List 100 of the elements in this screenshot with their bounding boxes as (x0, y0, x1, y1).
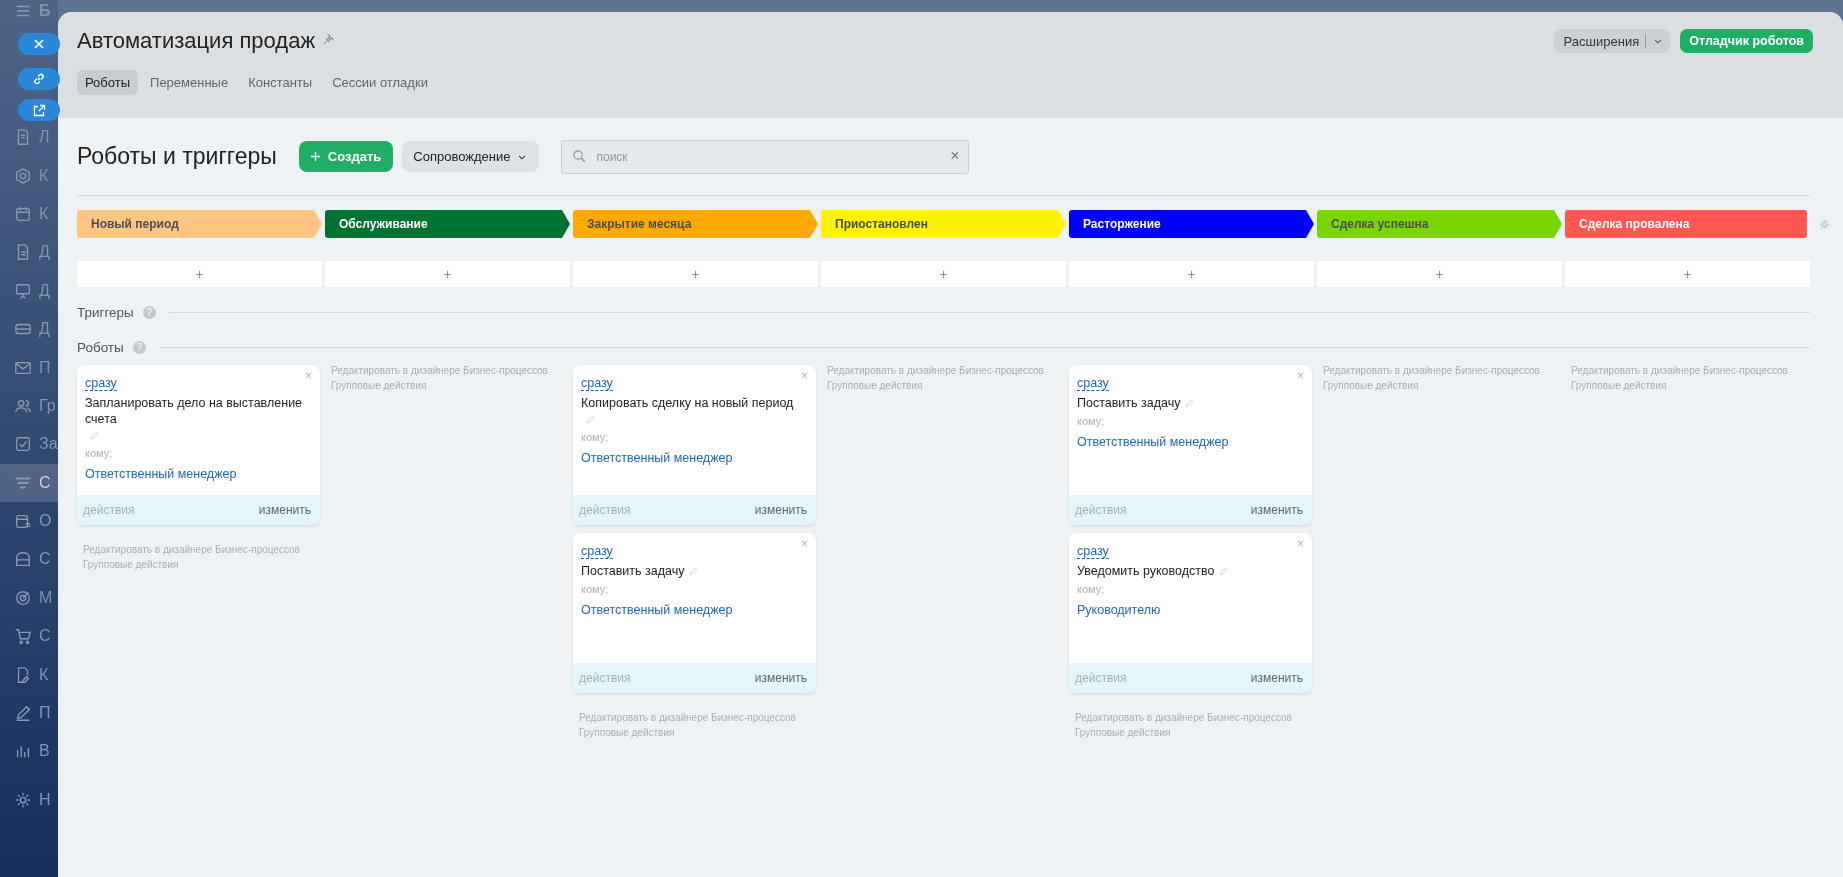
robot-title: Поставить задачу (581, 563, 685, 579)
sidebar-item[interactable]: Д (0, 271, 58, 310)
sidebar-item[interactable]: С (0, 540, 58, 579)
close-button[interactable]: × (305, 369, 312, 383)
external-link-icon (32, 103, 46, 117)
sidebar-item[interactable]: О (0, 501, 58, 541)
pencil-icon (585, 414, 596, 426)
section-label: Триггеры (77, 305, 134, 320)
pencil-icon (688, 566, 700, 578)
designer-link[interactable]: Редактировать в дизайнере Бизнес-процессов (573, 712, 816, 723)
pin-icon (322, 32, 337, 46)
tab[interactable]: Роботы (77, 70, 139, 95)
stage-header[interactable]: Сделка успешна (1317, 210, 1562, 238)
section-title: Роботы и триггеры (77, 143, 277, 170)
recipient-link[interactable]: Ответственный менеджер (581, 451, 733, 465)
pencil-icon (14, 704, 32, 723)
open-new-window-button[interactable] (18, 99, 60, 121)
group-actions-link[interactable]: Групповые действия (573, 727, 816, 738)
delay-link[interactable]: сразу (85, 376, 117, 391)
recipient-link[interactable]: Ответственный менеджер (85, 467, 237, 481)
sidebar-item[interactable]: Гр (0, 386, 58, 426)
actions-label: действия (579, 671, 631, 685)
section-label: Роботы (77, 340, 124, 355)
edit-button[interactable]: изменить (258, 503, 311, 517)
designer-link[interactable]: Редактировать в дизайнере Бизнес-процессов (77, 544, 320, 555)
add-robot-button[interactable]: + (573, 261, 818, 287)
add-robot-button[interactable]: + (325, 261, 570, 287)
actions-label: действия (579, 503, 631, 517)
sidebar-item[interactable]: П (0, 693, 58, 733)
tab[interactable]: Переменные (142, 70, 237, 95)
group-actions-link[interactable]: Групповые действия (325, 380, 568, 391)
sidebar-item[interactable]: К (0, 156, 58, 195)
group-actions-link[interactable]: Групповые действия (1069, 727, 1312, 738)
edit-button[interactable]: изменить (1250, 503, 1303, 517)
panel-title: Автоматизация продаж (77, 28, 316, 54)
close-button[interactable]: × (1297, 369, 1304, 383)
sidebar-item[interactable]: К (0, 655, 58, 694)
sidebar-item[interactable]: Д (0, 309, 58, 349)
pencil-icon (89, 430, 100, 442)
extensions-dropdown[interactable]: Расширения (1553, 29, 1671, 53)
link-icon (32, 72, 46, 86)
delay-link[interactable]: сразу (1077, 376, 1109, 391)
copy-link-button[interactable] (18, 68, 60, 90)
close-button[interactable]: × (801, 537, 808, 551)
stage-header[interactable]: Приостановлен (821, 210, 1066, 238)
group-actions-link[interactable]: Групповые действия (1565, 380, 1808, 391)
sidebar-item[interactable]: Д (0, 233, 58, 272)
group-actions-link[interactable]: Групповые действия (1317, 380, 1560, 391)
close-button[interactable]: × (1297, 537, 1304, 551)
actions-label: действия (1075, 503, 1127, 517)
tab[interactable]: Сессии отладки (324, 70, 436, 95)
designer-link[interactable]: Редактировать в дизайнере Бизнес-процессов (821, 365, 1064, 376)
group-actions-link[interactable]: Групповые действия (77, 559, 320, 570)
sidebar-item[interactable]: Л (0, 118, 58, 157)
sidebar-item[interactable]: П (0, 348, 58, 387)
designer-link[interactable]: Редактировать в дизайнере Бизнес-процессов (1069, 712, 1312, 723)
sidebar-item[interactable]: За (0, 425, 58, 464)
actions-label: действия (1075, 671, 1127, 685)
designer-link[interactable]: Редактировать в дизайнере Бизнес-процессов (1317, 365, 1560, 376)
recipient-label: кому: (581, 431, 610, 443)
stage-header[interactable]: Расторжение (1069, 210, 1314, 238)
robot-title: Поставить задачу (1077, 395, 1181, 411)
edit-button[interactable]: изменить (754, 503, 807, 517)
create-button[interactable]: Создать (298, 141, 394, 172)
recipient-link[interactable]: Ответственный менеджер (581, 603, 733, 617)
clear-button[interactable]: × (950, 146, 960, 165)
add-robot-button[interactable]: + (1317, 261, 1562, 287)
edit-button[interactable]: изменить (1250, 671, 1303, 685)
recipient-link[interactable]: Руководителю (1077, 603, 1161, 617)
sidebar-item[interactable]: М (0, 578, 58, 618)
mode-dropdown[interactable]: Сопровождение (402, 141, 540, 172)
stage-header[interactable]: Обслуживание (325, 210, 570, 238)
sidebar-item[interactable]: С (0, 617, 58, 656)
actions-label: действия (83, 503, 135, 517)
close-button[interactable]: × (801, 369, 808, 383)
robot-debugger-button[interactable]: Отладчик роботов (1680, 29, 1813, 53)
close-icon (33, 38, 45, 50)
designer-link[interactable]: Редактировать в дизайнере Бизнес-процессов (325, 365, 568, 376)
stage-header[interactable]: Новый период (77, 210, 322, 238)
tab[interactable]: Константы (240, 70, 321, 95)
stage-header[interactable]: Закрытие месяца (573, 210, 818, 238)
close-button[interactable] (18, 33, 60, 55)
group-actions-link[interactable]: Групповые действия (821, 380, 1064, 391)
stage-header[interactable]: Сделка провалена (1565, 210, 1807, 238)
designer-link[interactable]: Редактировать в дизайнере Бизнес-процессов (1565, 365, 1808, 376)
delay-link[interactable]: сразу (1077, 544, 1109, 559)
pencil-icon (1218, 566, 1230, 578)
sidebar-item[interactable]: В (0, 732, 58, 771)
add-robot-button[interactable]: + (77, 261, 322, 287)
robot-title: Запланировать дело на выставление счета (85, 395, 304, 427)
sidebar-item[interactable]: К (0, 194, 58, 234)
sidebar-item[interactable]: Н (0, 780, 58, 820)
add-robot-button[interactable]: + (1565, 261, 1810, 287)
delay-link[interactable]: сразу (581, 544, 613, 559)
delay-link[interactable]: сразу (581, 376, 613, 391)
add-robot-button[interactable]: + (1069, 261, 1314, 287)
sidebar-item[interactable]: С (0, 463, 58, 502)
recipient-link[interactable]: Ответственный менеджер (1077, 435, 1229, 449)
edit-button[interactable]: изменить (754, 671, 807, 685)
add-robot-button[interactable]: + (821, 261, 1066, 287)
